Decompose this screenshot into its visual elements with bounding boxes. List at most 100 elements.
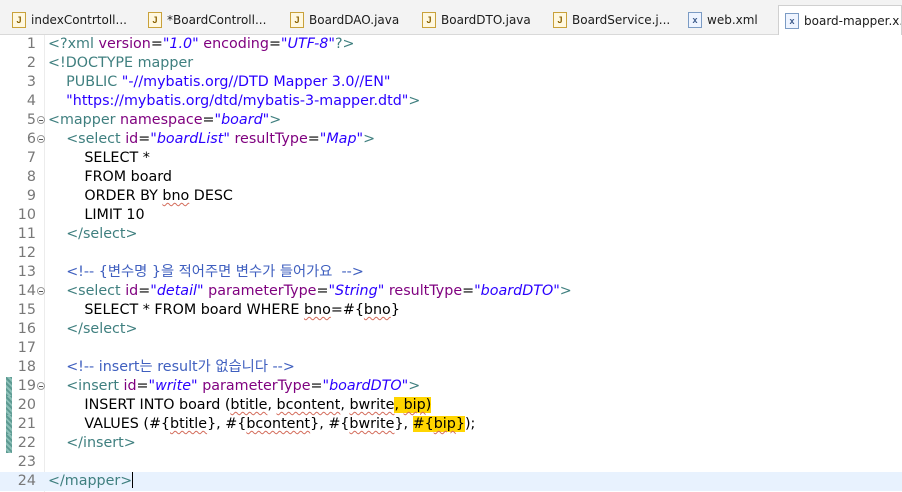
tab-label: BoardDAO.java	[309, 12, 400, 27]
code-line[interactable]: 18 <!-- insert는 result가 없습니다 -->	[0, 358, 902, 377]
code-token: ?>	[334, 36, 355, 52]
code-line[interactable]: 14 <select id="detail" parameterType="St…	[0, 282, 902, 301]
tab-0[interactable]: JindexContrtoll...	[12, 6, 144, 33]
code-token: bno	[162, 188, 190, 204]
line-number: 24	[17, 473, 36, 489]
code-token: bip	[403, 397, 426, 413]
code-line[interactable]: 19 <insert id="write" parameterType="boa…	[0, 377, 902, 396]
tab-1[interactable]: J *BoardControll...	[148, 6, 278, 33]
tab-label: indexContrtoll...	[31, 12, 127, 27]
fold-toggle-icon[interactable]	[37, 287, 45, 295]
code-line[interactable]: 11 </select>	[0, 225, 902, 244]
code-text: <!-- insert는 result가 없습니다 -->	[48, 358, 295, 377]
code-token: }	[390, 302, 400, 318]
code-token: id	[125, 131, 139, 147]
code-token: parameterType	[202, 378, 311, 394]
code-token: "Map"	[319, 131, 364, 147]
code-token: <insert	[66, 378, 124, 394]
code-line[interactable]: 2 <!DOCTYPE mapper	[0, 54, 902, 73]
code-line[interactable]: 7 SELECT *	[0, 149, 902, 168]
code-token: "String"	[328, 283, 385, 299]
code-text: <!-- {변수명 }을 적어주면 변수가 들어가요 -->	[48, 263, 364, 282]
code-token: FROM board	[48, 169, 172, 185]
code-line[interactable]: 20 INSERT INTO board (btitle, bcontent, …	[0, 396, 902, 415]
code-token: =	[310, 378, 323, 394]
code-line[interactable]: 10 LIMIT 10	[0, 206, 902, 225]
code-token: PUBLIC	[48, 74, 122, 90]
code-line[interactable]: 21 VALUES (#{btitle}, #{bcontent}, #{bwr…	[0, 415, 902, 434]
java-file-icon: J	[290, 11, 304, 28]
code-token: "UTF-8"	[280, 36, 335, 52]
tab-3[interactable]: J BoardDTO.java	[422, 6, 552, 33]
code-token: </select>	[66, 321, 138, 337]
code-token: parameterType	[208, 283, 317, 299]
code-editor[interactable]: 1 <?xml version="1.0" encoding="UTF-8"?> 2…	[0, 35, 902, 492]
code-token: encoding	[203, 36, 269, 52]
code-line[interactable]: 24 </mapper>	[0, 472, 902, 491]
code-token: "boardDTO"	[322, 378, 409, 394]
code-token: "boardList"	[150, 131, 230, 147]
code-text: </mapper>	[48, 472, 134, 491]
code-token: bno	[303, 302, 331, 318]
code-token: "write"	[148, 378, 198, 394]
code-line[interactable]: 9 ORDER BY bno DESC	[0, 187, 902, 206]
code-token: =	[150, 36, 163, 52]
code-line[interactable]: 3 PUBLIC "-//mybatis.org//DTD Mapper 3.0…	[0, 73, 902, 92]
line-number: 20	[17, 397, 36, 413]
code-token: >	[559, 283, 572, 299]
code-line[interactable]: 17	[0, 339, 902, 358]
code-token: version	[98, 36, 151, 52]
fold-toggle-icon[interactable]	[37, 116, 45, 124]
code-token: DESC	[189, 188, 233, 204]
fold-toggle-icon[interactable]	[37, 135, 45, 143]
code-line[interactable]: 22 </insert>	[0, 434, 902, 453]
code-line[interactable]: 1 <?xml version="1.0" encoding="UTF-8"?>	[0, 35, 902, 54]
line-number: 18	[17, 359, 36, 375]
code-text: </select>	[48, 225, 137, 244]
code-token: >	[408, 93, 421, 109]
line-number: 22	[17, 435, 36, 451]
code-token: =	[138, 131, 151, 147]
code-token: bip	[433, 416, 456, 432]
code-token: resultType	[234, 131, 308, 147]
java-file-icon: J	[12, 11, 26, 28]
line-number: 6	[26, 131, 36, 147]
text-caret	[132, 472, 134, 488]
code-line[interactable]: 23	[0, 453, 902, 472]
code-text: SELECT *	[48, 149, 150, 168]
code-line[interactable]: 6 <select id="boardList" resultType="Map…	[0, 130, 902, 149]
code-token: <!DOCTYPE mapper	[48, 55, 194, 71]
code-line[interactable]: 4 "https://mybatis.org/dtd/mybatis-3-map…	[0, 92, 902, 111]
code-line[interactable]: 12	[0, 244, 902, 263]
code-line[interactable]: 15 SELECT * FROM board WHERE bno=#{bno}	[0, 301, 902, 320]
code-token: >	[363, 131, 376, 147]
code-line[interactable]: 8 FROM board	[0, 168, 902, 187]
tab-4[interactable]: J BoardService.j...	[553, 6, 688, 33]
code-token: }, #{	[310, 416, 350, 432]
line-number: 23	[17, 454, 36, 470]
code-token: =#{	[330, 302, 364, 318]
code-text: </insert>	[48, 434, 136, 453]
fold-toggle-icon[interactable]	[37, 382, 45, 390]
code-token: "board"	[214, 112, 270, 128]
code-token: ,	[394, 397, 404, 413]
code-token: bcontent	[246, 416, 311, 432]
code-line[interactable]: 13 <!-- {변수명 }을 적어주면 변수가 들어가요 -->	[0, 263, 902, 282]
tab-5[interactable]: x web.xml	[688, 6, 790, 33]
line-number: 14	[17, 283, 36, 299]
code-token: </mapper>	[48, 473, 133, 489]
tab-6[interactable]: x board-mapper.x...	[778, 5, 902, 35]
code-token: }, #{	[207, 416, 247, 432]
tab-label: BoardDTO.java	[441, 12, 531, 27]
code-token: =	[307, 131, 320, 147]
code-token: id	[123, 378, 137, 394]
code-text: SELECT * FROM board WHERE bno=#{bno}	[48, 301, 400, 320]
code-line[interactable]: 16 </select>	[0, 320, 902, 339]
tab-2[interactable]: J BoardDAO.java	[290, 6, 422, 33]
code-text: ORDER BY bno DESC	[48, 187, 233, 206]
code-line[interactable]: 5 <mapper namespace="board">	[0, 111, 902, 130]
code-token: >	[408, 378, 421, 394]
